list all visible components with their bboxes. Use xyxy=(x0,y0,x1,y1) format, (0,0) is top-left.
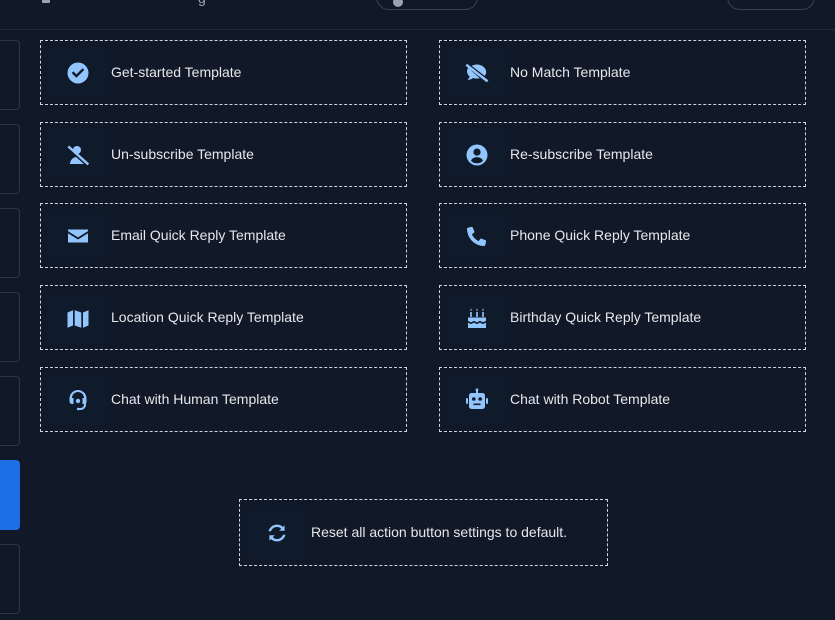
sync-icon xyxy=(246,507,308,559)
template-label: Email Quick Reply Template xyxy=(111,227,286,243)
map-icon xyxy=(47,292,109,343)
birthday-cake-icon xyxy=(446,292,508,343)
birthday-quick-reply-template-button[interactable]: Birthday Quick Reply Template xyxy=(439,285,806,350)
title-fragment: g xyxy=(198,0,206,5)
template-label: Chat with Robot Template xyxy=(510,391,671,407)
reset-defaults-button[interactable]: Reset all action button settings to defa… xyxy=(239,499,608,566)
template-label: Phone Quick Reply Template xyxy=(510,227,691,243)
sidebar-tab-4[interactable] xyxy=(0,292,20,362)
chat-with-human-template-button[interactable]: Chat with Human Template xyxy=(40,367,407,432)
envelope-icon xyxy=(47,210,109,261)
sidebar-tab-7[interactable] xyxy=(0,544,20,614)
check-circle-icon xyxy=(47,47,109,98)
sidebar-tab-2[interactable] xyxy=(0,124,20,194)
sidebar-tab-5[interactable] xyxy=(0,376,20,446)
headset-icon xyxy=(47,374,109,425)
template-label: Get-started Template xyxy=(111,64,242,80)
phone-icon xyxy=(446,210,508,261)
sidebar-tab-1[interactable] xyxy=(0,40,20,110)
template-label: Birthday Quick Reply Template xyxy=(510,309,702,325)
robot-icon xyxy=(446,374,508,425)
user-slash-icon xyxy=(47,129,109,180)
status-icon xyxy=(393,0,403,7)
reset-label: Reset all action button settings to defa… xyxy=(311,524,568,540)
no-match-template-button[interactable]: No Match Template xyxy=(439,40,806,105)
user-circle-icon xyxy=(446,129,508,180)
sidebar-tab-3[interactable] xyxy=(0,208,20,278)
phone-quick-reply-template-button[interactable]: Phone Quick Reply Template xyxy=(439,203,806,268)
resubscribe-template-button[interactable]: Re-subscribe Template xyxy=(439,122,806,187)
top-action-button[interactable] xyxy=(727,0,815,10)
location-quick-reply-template-button[interactable]: Location Quick Reply Template xyxy=(40,285,407,350)
sidebar-tab-6-active[interactable] xyxy=(0,460,20,530)
template-label: Un-subscribe Template xyxy=(111,146,254,162)
get-started-template-button[interactable]: Get-started Template xyxy=(40,40,407,105)
unsubscribe-template-button[interactable]: Un-subscribe Template xyxy=(40,122,407,187)
template-label: Re-subscribe Template xyxy=(510,146,653,162)
template-label: Location Quick Reply Template xyxy=(111,309,304,325)
chat-with-robot-template-button[interactable]: Chat with Robot Template xyxy=(439,367,806,432)
top-bar: g xyxy=(0,0,835,30)
status-pill[interactable] xyxy=(376,0,478,10)
comment-slash-icon xyxy=(446,47,508,98)
template-label: No Match Template xyxy=(510,64,631,80)
email-quick-reply-template-button[interactable]: Email Quick Reply Template xyxy=(40,203,407,268)
page-icon xyxy=(42,0,50,3)
template-label: Chat with Human Template xyxy=(111,391,279,407)
